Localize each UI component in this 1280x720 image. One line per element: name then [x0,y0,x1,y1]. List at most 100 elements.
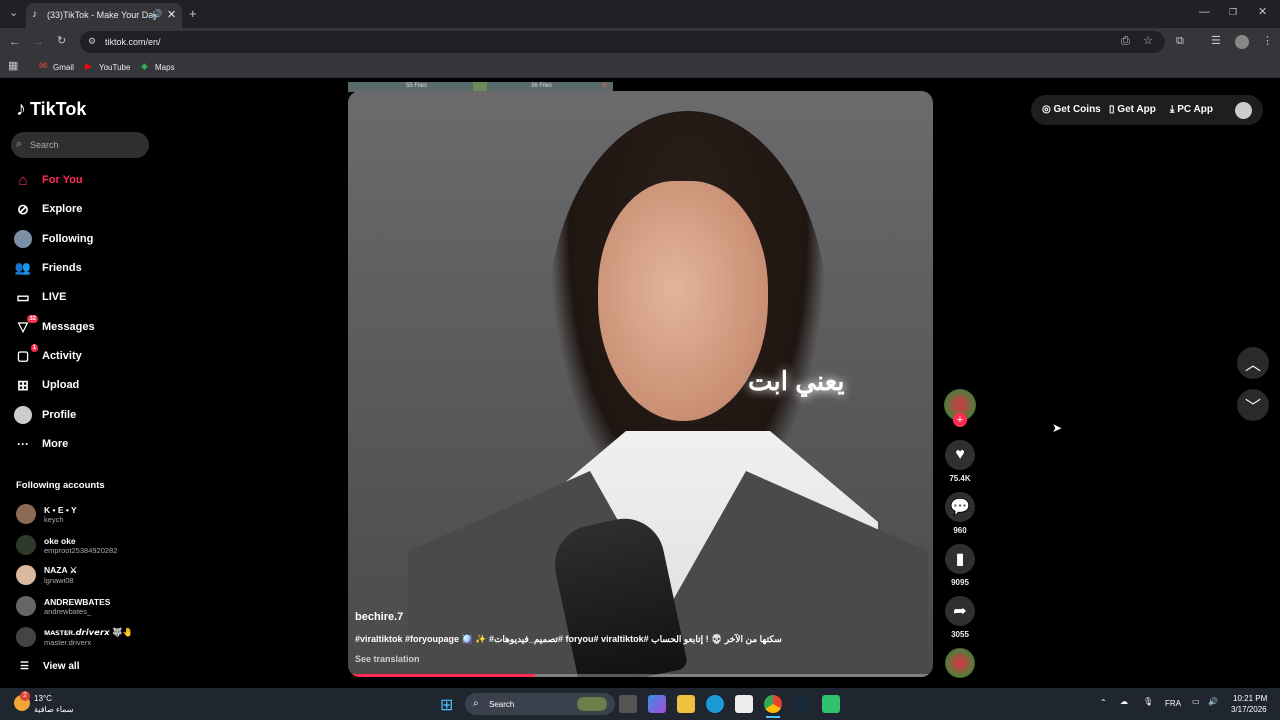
account-item[interactable]: ANDREWBATES andrewbates_ [16,592,110,620]
restore-icon[interactable]: ❐ [1229,8,1237,17]
nav-upload[interactable]: ⊞ Upload [14,374,79,396]
microphone-icon[interactable]: 🎙 [1143,697,1153,706]
clock-time[interactable]: 10:21 PM [1233,694,1267,703]
windows-taskbar: 2 13°C سماء صافية ⊞ ⌕ Search ⌃ ☁ 🎙 FRA ▭… [0,688,1280,720]
apps-grid-icon[interactable]: ▦ [8,61,18,72]
save-count: 9095 [951,578,969,587]
audio-icon[interactable]: 🔊 [151,9,162,20]
tab-search-icon[interactable]: ⌄ [9,8,18,19]
video-progress-bar[interactable] [348,674,933,677]
files-right-count: 36 Files [531,83,553,89]
language-indicator[interactable]: FRA [1165,699,1181,708]
file-explorer-icon[interactable] [677,695,695,713]
tab-close-icon[interactable]: ✕ [167,8,176,21]
mouse-cursor-icon: ➤ [1052,421,1063,435]
share-button[interactable]: ➦ 3055 [944,596,976,639]
tiktok-logo[interactable]: ♪ TikTok [16,98,86,121]
nav-messages[interactable]: ▽ 32 Messages [14,315,95,338]
follow-plus-icon[interactable]: + [953,413,967,427]
pc-app-button[interactable]: ⤓ PC App [1170,104,1213,115]
next-video-button[interactable]: ﹀ [1237,389,1269,421]
maps-icon: ◆ [141,61,148,71]
network-icon[interactable]: ▭ [1192,697,1200,706]
nav-explore[interactable]: ⊘ Explore [14,198,82,220]
see-translation-link[interactable]: See translation [355,654,420,664]
account-item[interactable]: ᴍᴀꜱᴛᴇʀ.𝙙𝙧𝙞𝙫𝙚𝙧𝙭 🐺🤚 master.driverx [16,623,133,651]
back-icon[interactable]: ← [9,37,20,48]
like-button[interactable]: ♥ 75.4K [944,440,976,483]
bookmark-icon[interactable]: ▮ [945,544,975,574]
minimize-icon[interactable]: — [1199,7,1210,18]
video-progress-fill [348,674,536,677]
share-arrow-icon[interactable]: ➦ [945,596,975,626]
widgets-app-icon[interactable] [648,695,666,713]
heart-icon[interactable]: ♥ [945,440,975,470]
close-icon[interactable]: ⊗ [602,82,607,89]
user-avatar[interactable] [1235,102,1252,119]
install-icon[interactable]: ⎙ [1121,36,1130,47]
cloud-icon[interactable]: ☁ [1120,697,1128,706]
browser-tab[interactable]: ♪ (33)TikTok - Make Your Day 🔊 ✕ [26,3,182,28]
top-right-actions: ◎ Get Coins ▯ Get App ⤓ PC App [1031,95,1263,125]
get-app-button[interactable]: ▯ Get App [1109,104,1156,115]
nav-label: Messages [42,321,95,333]
save-button[interactable]: ▮ 9095 [944,544,976,587]
green-app-icon[interactable] [822,695,840,713]
task-view-icon[interactable] [619,695,637,713]
account-name: ANDREWBATES [44,596,111,607]
following-accounts-title: Following accounts [16,480,105,491]
bookmark-maps[interactable]: Maps [155,63,175,72]
volume-icon[interactable]: 🔊 [1208,697,1218,706]
video-author[interactable]: bechire.7 [355,611,403,623]
profile-avatar[interactable] [1235,35,1249,49]
steam-icon[interactable] [793,695,811,713]
windows-start-icon[interactable]: ⊞ [440,695,453,715]
chrome-menu-icon[interactable]: ⋮ [1262,36,1273,47]
view-all-link[interactable]: ☰ View all [20,661,79,672]
files-left-count: 55 Files [406,83,428,89]
reload-icon[interactable]: ↻ [57,36,66,47]
video-player[interactable]: يعني ابت bechire.7 #viraltiktok #foryoup… [348,91,933,677]
extensions-icon[interactable]: ⧉ [1176,36,1184,47]
browser-tab-bar: ⌄ ♪ (33)TikTok - Make Your Day 🔊 ✕ + — ❐… [0,0,1280,28]
account-item[interactable]: NAZA ⚔ lgnawi08 [16,561,77,589]
address-bar[interactable]: ⚙ tiktok.com/en/ ⎙ ☆ [80,31,1165,53]
edge-icon[interactable] [706,695,724,713]
account-item[interactable]: K • E • Ykeych [16,500,77,528]
avatar [16,627,36,647]
account-handle: emproot25384920282 [44,545,118,555]
bookmark-star-icon[interactable]: ☆ [1143,36,1153,47]
window-close-icon[interactable]: ✕ [1258,7,1267,18]
creator-avatar-button[interactable]: + [944,389,976,427]
reading-list-icon[interactable]: ☰ [1211,36,1221,47]
clock-date[interactable]: 3/17/2026 [1231,705,1267,714]
nav-label: More [42,438,69,450]
get-coins-button[interactable]: ◎ Get Coins [1042,104,1101,115]
nav-more[interactable]: ··· More [14,433,68,455]
list-icon: ☰ [20,661,29,672]
comment-button[interactable]: 💬 960 [944,492,976,535]
music-disc[interactable] [944,648,976,678]
previous-video-button[interactable]: ︿ [1237,347,1269,379]
nav-live[interactable]: ▭ LIVE [14,286,66,308]
taskbar-search[interactable]: ⌕ Search [465,693,615,715]
weather-temp[interactable]: 13°C [34,694,52,703]
nav-profile[interactable]: Profile [14,404,76,426]
account-item[interactable]: oke oke emproot25384920282 [16,531,117,559]
nav-for-you[interactable]: ⌂ For You [14,169,82,191]
nav-following[interactable]: Following [14,228,93,250]
nav-friends[interactable]: 👥 Friends [14,257,82,279]
new-tab-icon[interactable]: + [189,7,197,20]
bookmark-youtube[interactable]: YouTube [99,63,130,72]
tray-chevron-up-icon[interactable]: ⌃ [1100,698,1107,707]
phone-icon: ▯ [1109,104,1115,115]
nav-label: Friends [42,262,82,274]
search-input[interactable]: ⌕ Search [11,132,149,158]
chrome-icon[interactable] [764,695,782,713]
store-icon[interactable] [735,695,753,713]
nav-activity[interactable]: ▢ 1 Activity [14,344,82,367]
comment-icon[interactable]: 💬 [945,492,975,522]
bookmark-gmail[interactable]: Gmail [53,63,74,72]
site-info-icon[interactable]: ⚙ [88,37,96,46]
forward-icon[interactable]: → [33,37,44,48]
